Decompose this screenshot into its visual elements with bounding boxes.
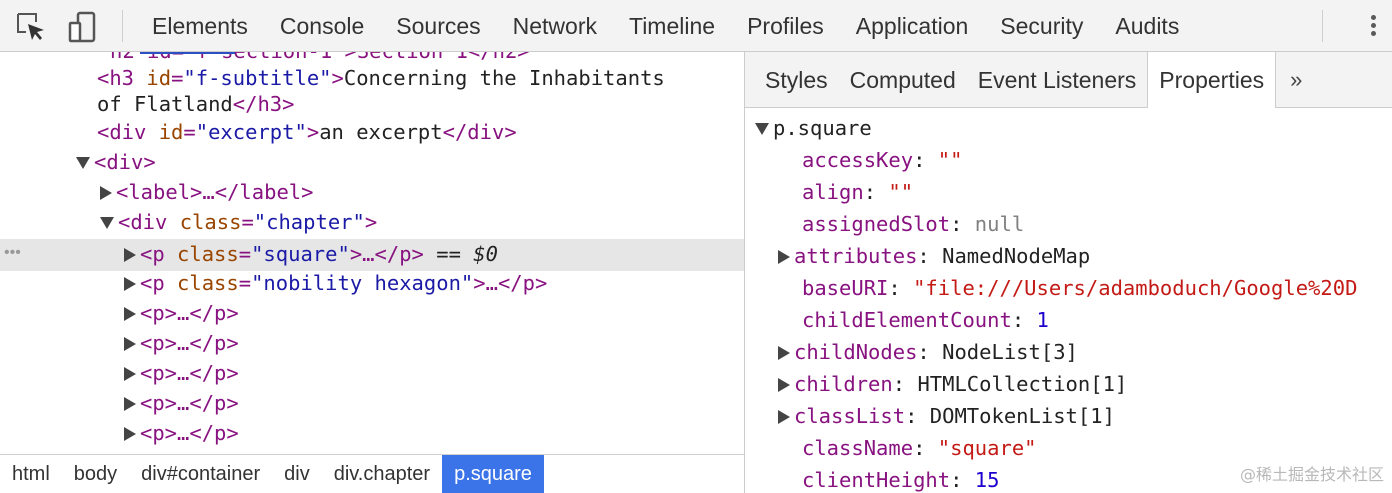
property-name: childNodes bbox=[794, 340, 918, 364]
property-name: className bbox=[802, 436, 914, 460]
node-actions-icon[interactable]: ••• bbox=[4, 239, 21, 271]
properties-root[interactable]: p.square bbox=[755, 112, 872, 144]
collapsed-triangle-icon[interactable] bbox=[124, 397, 136, 411]
property-row[interactable]: childNodes: NodeList[3] bbox=[778, 336, 1078, 368]
tab-security[interactable]: Security bbox=[984, 0, 1099, 52]
tab-properties[interactable]: Properties bbox=[1147, 52, 1277, 108]
property-value: HTMLCollection[1] bbox=[917, 372, 1128, 396]
property-name: classList bbox=[794, 404, 906, 428]
property-value: "square" bbox=[937, 436, 1037, 460]
dom-node-p[interactable]: <p>…</p> bbox=[124, 418, 239, 448]
property-name: attributes bbox=[794, 244, 918, 268]
property-name: assignedSlot bbox=[802, 212, 951, 236]
watermark: @稀土掘金技术社区 bbox=[1239, 465, 1384, 484]
collapsed-triangle-icon[interactable] bbox=[100, 186, 112, 200]
toolbar-separator bbox=[1322, 10, 1323, 42]
collapsed-triangle-icon[interactable] bbox=[124, 367, 136, 381]
inspect-element-icon[interactable] bbox=[14, 10, 48, 44]
collapsed-triangle-icon[interactable] bbox=[778, 346, 790, 360]
property-value: 15 bbox=[974, 468, 1000, 492]
dom-node-p[interactable]: <p>…</p> bbox=[124, 358, 239, 388]
dom-node-div-excerpt[interactable]: <div id="excerpt">an excerpt</div> bbox=[97, 117, 517, 147]
property-value: "" bbox=[937, 148, 963, 172]
collapsed-triangle-icon[interactable] bbox=[778, 250, 790, 264]
expanded-triangle-icon[interactable] bbox=[755, 123, 769, 135]
dom-node-p-hexagon[interactable]: <p class="nobility hexagon">…</p> bbox=[124, 268, 547, 298]
more-tabs-icon[interactable]: » bbox=[1276, 52, 1316, 107]
collapsed-triangle-icon[interactable] bbox=[124, 427, 136, 441]
dom-node-p[interactable]: <p>…</p> bbox=[124, 328, 239, 358]
breadcrumb-div[interactable]: div bbox=[272, 455, 322, 493]
breadcrumb-div-container[interactable]: div#container bbox=[129, 455, 272, 493]
main-tabs: Elements Console Sources Network Timelin… bbox=[136, 0, 1195, 52]
dom-node-p-square[interactable]: <p class="square">…</p> == $0 bbox=[124, 239, 498, 269]
property-value: DOMTokenList[1] bbox=[929, 404, 1115, 428]
collapsed-triangle-icon[interactable] bbox=[778, 378, 790, 392]
dom-node-label[interactable]: <label>…</label> bbox=[100, 177, 313, 207]
tab-styles[interactable]: Styles bbox=[745, 52, 839, 107]
dom-node-h3-cont[interactable]: of Flatland</h3> bbox=[97, 89, 294, 119]
tab-audits[interactable]: Audits bbox=[1099, 0, 1195, 52]
sidebar-tabs: Styles Computed Event Listeners Properti… bbox=[745, 52, 1392, 108]
property-row[interactable]: clientHeight: 15 bbox=[802, 464, 999, 493]
tab-application[interactable]: Application bbox=[840, 0, 985, 52]
breadcrumb: html body div#container div div.chapter … bbox=[0, 454, 744, 493]
property-name: childElementCount bbox=[802, 308, 1012, 332]
dom-node-p[interactable]: <p>…</p> bbox=[124, 298, 239, 328]
devtools-toolbar: Elements Console Sources Network Timelin… bbox=[0, 0, 1392, 52]
collapsed-triangle-icon[interactable] bbox=[124, 248, 136, 262]
property-name: clientHeight bbox=[802, 468, 951, 492]
tab-timeline[interactable]: Timeline bbox=[613, 0, 731, 52]
property-value: "" bbox=[888, 180, 914, 204]
property-row[interactable]: children: HTMLCollection[1] bbox=[778, 368, 1127, 400]
toolbar-separator bbox=[122, 10, 123, 42]
collapsed-triangle-icon[interactable] bbox=[778, 410, 790, 424]
breadcrumb-div-chapter[interactable]: div.chapter bbox=[322, 455, 442, 493]
property-row[interactable]: assignedSlot: null bbox=[802, 208, 1024, 240]
property-row[interactable]: className: "square" bbox=[802, 432, 1037, 464]
more-menu-icon[interactable] bbox=[1368, 12, 1378, 42]
dom-tree: h2 id="f-section-1">Section 1</h2> <h3 i… bbox=[0, 52, 744, 454]
tab-elements[interactable]: Elements bbox=[136, 0, 264, 52]
property-row[interactable]: classList: DOMTokenList[1] bbox=[778, 400, 1115, 432]
properties-panel: p.square accessKey: "" align: "" assignedS… bbox=[745, 108, 1392, 493]
breadcrumb-html[interactable]: html bbox=[0, 455, 62, 493]
tab-event-listeners[interactable]: Event Listeners bbox=[967, 52, 1148, 107]
tab-sources[interactable]: Sources bbox=[380, 0, 496, 52]
property-name: accessKey bbox=[802, 148, 914, 172]
expanded-triangle-icon[interactable] bbox=[76, 157, 90, 169]
property-value: "file:///Users/adamboduch/Google%20D bbox=[913, 276, 1358, 300]
property-name: baseURI bbox=[802, 276, 889, 300]
breadcrumb-body[interactable]: body bbox=[62, 455, 129, 493]
tab-console[interactable]: Console bbox=[264, 0, 380, 52]
property-value: NamedNodeMap bbox=[942, 244, 1091, 268]
dom-node-div[interactable]: <div> bbox=[76, 147, 156, 177]
property-name: children bbox=[794, 372, 893, 396]
dom-node-h2-clipped[interactable]: h2 id="f-section-1">Section 1</h2> bbox=[110, 52, 530, 62]
expanded-triangle-icon[interactable] bbox=[100, 217, 114, 229]
tab-network[interactable]: Network bbox=[497, 0, 613, 52]
property-row[interactable]: baseURI: "file:///Users/adamboduch/Googl… bbox=[802, 272, 1357, 304]
collapsed-triangle-icon[interactable] bbox=[124, 337, 136, 351]
property-row[interactable]: attributes: NamedNodeMap bbox=[778, 240, 1090, 272]
breadcrumb-p-square[interactable]: p.square bbox=[442, 455, 544, 493]
dom-node-div-chapter[interactable]: <div class="chapter"> bbox=[100, 207, 377, 237]
collapsed-triangle-icon[interactable] bbox=[124, 277, 136, 291]
tab-computed[interactable]: Computed bbox=[839, 52, 967, 107]
dom-node-p[interactable]: <p>…</p> bbox=[124, 388, 239, 418]
property-value: 1 bbox=[1036, 308, 1049, 332]
property-row[interactable]: align: "" bbox=[802, 176, 913, 208]
collapsed-triangle-icon[interactable] bbox=[124, 307, 136, 321]
property-row[interactable]: childElementCount: 1 bbox=[802, 304, 1049, 336]
device-mode-icon[interactable] bbox=[66, 10, 100, 44]
property-value: NodeList[3] bbox=[942, 340, 1078, 364]
property-name: align bbox=[802, 180, 864, 204]
tab-profiles[interactable]: Profiles bbox=[731, 0, 840, 52]
property-row[interactable]: accessKey: "" bbox=[802, 144, 962, 176]
property-value: null bbox=[974, 212, 1025, 236]
